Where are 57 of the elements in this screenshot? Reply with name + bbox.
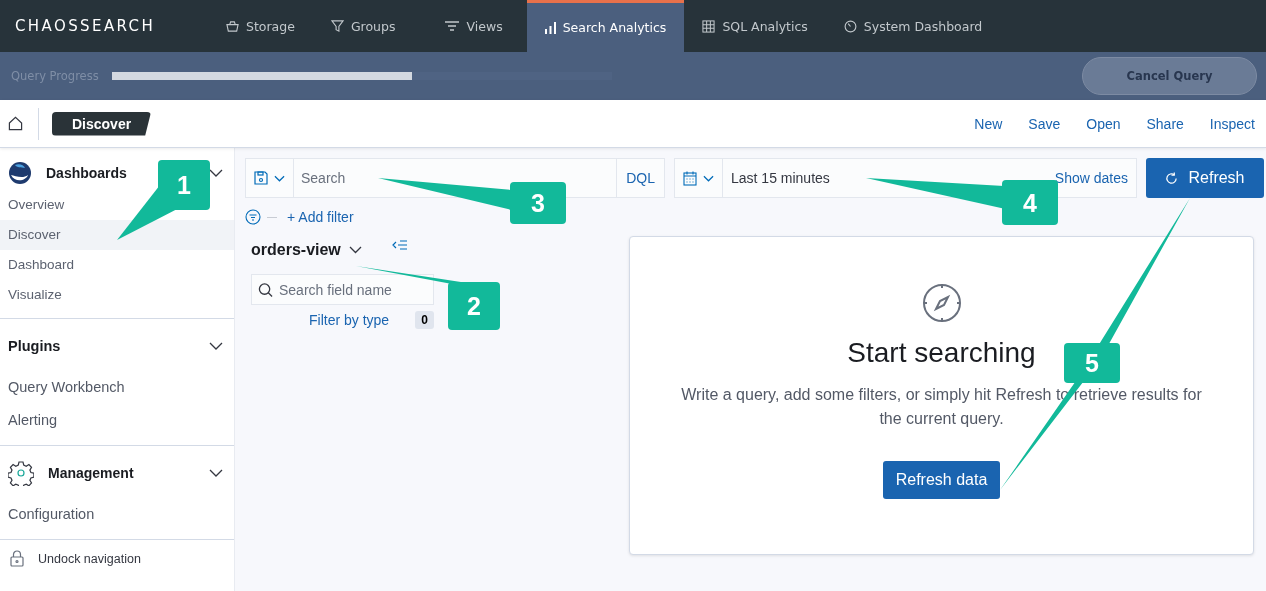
undock-link[interactable]: Undock navigation	[38, 551, 141, 566]
header-link[interactable]: Share	[1146, 115, 1184, 132]
logo-icon	[8, 161, 32, 185]
callout-tooltip: 4	[866, 178, 1058, 225]
nav-tab[interactable]: Search Analytics	[526, 0, 685, 52]
chevron-down-icon	[703, 174, 714, 182]
gauge-icon	[843, 19, 857, 33]
refresh-icon	[1165, 171, 1179, 185]
compass-icon	[921, 283, 962, 323]
section-title[interactable]: Dashboards	[46, 165, 127, 181]
index-pattern-name[interactable]: orders-view	[251, 241, 341, 259]
header-link[interactable]: Open	[1086, 115, 1121, 132]
funnel-icon	[330, 19, 344, 33]
refresh-data-button[interactable]: Refresh data	[882, 461, 1001, 499]
sidebar-item[interactable]: Configuration	[0, 498, 234, 531]
header-link[interactable]: Save	[1028, 115, 1061, 132]
sidebar-item[interactable]: Discover	[0, 220, 234, 250]
breadcrumb[interactable]: Discover	[52, 111, 152, 136]
filter-by-type-link[interactable]: Filter by type	[309, 312, 390, 328]
lines-icon	[443, 20, 460, 32]
chevron-down-icon[interactable]	[348, 246, 362, 254]
callout-tooltip: 3	[378, 178, 566, 224]
sidebar-item[interactable]: Alerting	[0, 404, 234, 437]
calendar-icon	[683, 170, 697, 186]
sidebar-item[interactable]: Query Workbench	[0, 371, 234, 404]
collapse-icon[interactable]	[391, 239, 408, 251]
time-range[interactable]: Last 15 minutes	[731, 170, 830, 186]
bar-chart-icon	[544, 21, 556, 34]
header-link[interactable]: New	[974, 115, 1003, 132]
logo[interactable]: CHAOSSEARCH	[15, 17, 205, 35]
refresh-button[interactable]: Refresh	[1146, 158, 1264, 198]
lock-icon[interactable]	[10, 550, 24, 567]
nav-tab[interactable]: Storage	[208, 0, 313, 52]
nav-tab[interactable]: SQL Analytics	[684, 0, 826, 52]
count-badge: 0	[415, 311, 434, 329]
query-language-link[interactable]: DQL	[617, 170, 664, 186]
nav-tab[interactable]: System Dashboard	[825, 0, 1001, 52]
field-search-field[interactable]: Search field name	[251, 274, 434, 305]
search-icon	[258, 281, 273, 298]
header-link[interactable]: Inspect	[1209, 115, 1255, 132]
home-icon[interactable]	[8, 116, 23, 131]
sidebar-item[interactable]: Visualize	[0, 280, 234, 310]
gear-icon	[8, 460, 34, 486]
nav-tab[interactable]: Groups	[312, 0, 414, 52]
chevron-down-icon[interactable]	[209, 342, 223, 350]
sidebar-item[interactable]: Dashboard	[0, 250, 234, 280]
field-search-input[interactable]: Search field name	[279, 281, 427, 298]
add-filter-link[interactable]: + Add filter	[287, 209, 354, 225]
basket-icon	[226, 19, 239, 33]
filter-icon[interactable]	[245, 209, 261, 225]
grid-icon	[702, 19, 716, 33]
nav-tab[interactable]: Views	[413, 0, 527, 52]
empty-state-title: Start searching	[847, 337, 1036, 369]
section-title[interactable]: Management	[48, 465, 134, 481]
chevron-down-icon	[274, 174, 285, 182]
chevron-down-icon[interactable]	[209, 469, 223, 477]
section-title[interactable]: Plugins	[8, 338, 61, 354]
